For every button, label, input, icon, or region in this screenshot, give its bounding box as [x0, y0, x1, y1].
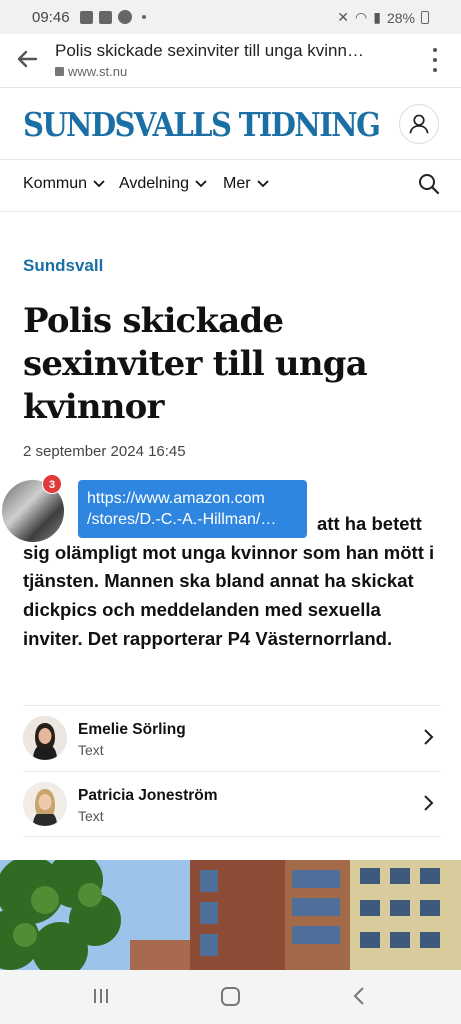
- recent-apps-icon[interactable]: [92, 988, 110, 1004]
- article-lead-visible-end: att ha betett: [317, 513, 422, 534]
- lock-icon: [55, 67, 64, 76]
- chevron-right-icon: [424, 795, 434, 811]
- article-section-link[interactable]: Sundsvall: [23, 256, 103, 276]
- nav-item-label: Avdelning: [119, 175, 189, 192]
- system-icons: ✕ ◠ ▮ 28%: [337, 9, 429, 26]
- tooltip-line-1: https://www.amazon.com: [87, 490, 265, 507]
- site-header: SUNDSVALLS TIDNING: [0, 88, 461, 160]
- status-time: 09:46: [32, 9, 70, 26]
- back-icon[interactable]: [352, 986, 366, 1006]
- tooltip-line-2: /stores/D.-C.-A.-Hillman/…: [87, 511, 277, 528]
- chevron-right-icon: [424, 729, 434, 745]
- browser-toolbar: Polis skickade sexinviter till unga kvin…: [0, 34, 461, 88]
- nav-item-kommun[interactable]: Kommun: [23, 175, 106, 193]
- article-hero-image[interactable]: [0, 860, 461, 970]
- author-name: Emelie Sörling: [78, 721, 186, 738]
- chevron-down-icon: [93, 180, 105, 188]
- author-row[interactable]: Emelie Sörling Text: [23, 705, 441, 771]
- chevron-down-icon: [195, 180, 207, 188]
- status-bar: 09:46 ✕ ◠ ▮ 28%: [0, 0, 461, 34]
- site-logo[interactable]: SUNDSVALLS TIDNING: [23, 106, 381, 144]
- back-arrow-icon[interactable]: [16, 48, 38, 70]
- facebook-icon: [118, 10, 132, 24]
- gallery-icon: [80, 10, 93, 24]
- chat-head-badge: 3: [42, 474, 62, 494]
- browser-menu-icon[interactable]: [433, 48, 439, 72]
- browser-url-text: www.st.nu: [68, 64, 128, 79]
- nav-item-label: Mer: [223, 175, 251, 192]
- nav-item-mer[interactable]: Mer: [223, 175, 270, 193]
- wifi-icon: ◠: [355, 9, 368, 25]
- author-row[interactable]: Patricia Joneström Text: [23, 771, 441, 837]
- message-icon: [99, 10, 112, 24]
- link-preview-tooltip[interactable]: https://www.amazon.com /stores/D.-C.-A.-…: [78, 480, 307, 538]
- article-lead-rest: sig olämpligt mot unga kvinnor som han m…: [23, 541, 435, 649]
- article-headline: Polis skickade sexinviter till unga kvin…: [23, 301, 368, 427]
- browser-page-title[interactable]: Polis skickade sexinviter till unga kvin…: [55, 41, 395, 61]
- author-name: Patricia Joneström: [78, 787, 218, 804]
- article-date: 2 september 2024 16:45: [23, 443, 186, 460]
- main-nav: Kommun Avdelning Mer: [0, 160, 461, 212]
- more-notifications-dot-icon: [142, 15, 146, 19]
- system-nav-bar: [0, 970, 461, 1024]
- search-icon[interactable]: [418, 173, 440, 195]
- author-photo: [23, 716, 67, 760]
- author-role: Text: [78, 742, 104, 758]
- nav-item-avdelning[interactable]: Avdelning: [119, 175, 208, 193]
- nav-item-label: Kommun: [23, 175, 88, 192]
- mute-icon: ✕: [337, 9, 350, 25]
- signal-icon: ▮: [373, 9, 381, 25]
- author-role: Text: [78, 808, 104, 824]
- chevron-down-icon: [256, 180, 269, 188]
- home-icon[interactable]: [221, 987, 240, 1006]
- battery-level: 28%: [386, 9, 415, 26]
- profile-button[interactable]: [399, 104, 439, 144]
- battery-icon: [421, 11, 429, 24]
- author-photo: [23, 782, 67, 826]
- browser-url[interactable]: www.st.nu: [55, 64, 127, 79]
- notification-icons: [80, 10, 146, 24]
